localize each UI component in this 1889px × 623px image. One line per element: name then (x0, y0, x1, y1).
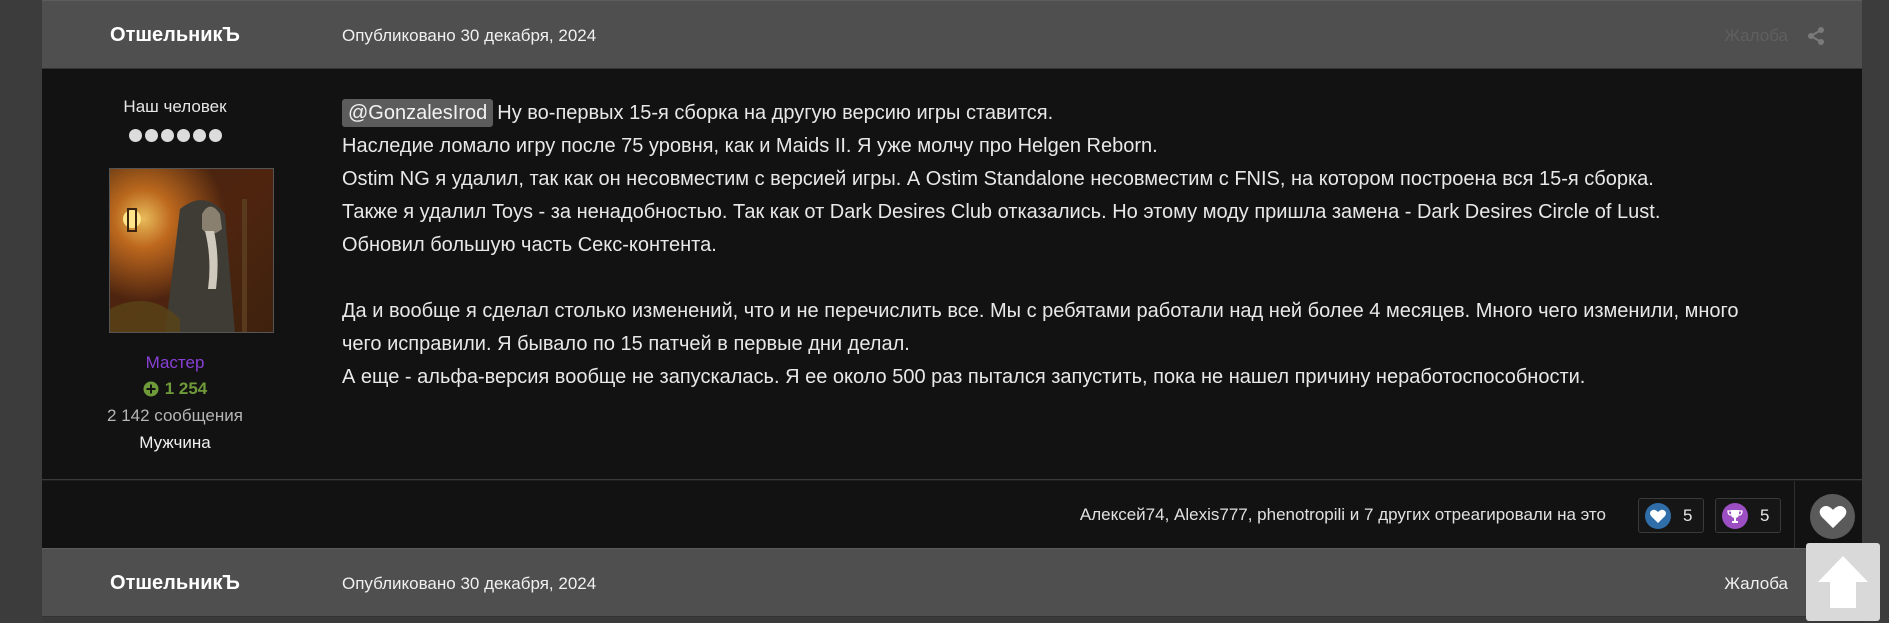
post-date[interactable]: Опубликовано 30 декабря, 2024 (342, 549, 596, 618)
post-header: ОтшельникЪ Опубликовано 30 декабря, 2024… (42, 548, 1862, 617)
react-heart-button[interactable] (1810, 494, 1855, 539)
post-header: ОтшельникЪ Опубликовано 30 декабря, 2024… (42, 0, 1862, 69)
content-line: Обновил большую часть Секс-контента. (342, 234, 717, 256)
reactions-bar: Алексей74, Alexis777, phenotropili и 7 д… (42, 480, 1862, 549)
rank-pip (128, 129, 142, 142)
content-line: чего исправили. Я бывало по 15 патчей в … (342, 333, 910, 355)
page-left-gutter (0, 0, 42, 623)
group-name: Мастер (145, 353, 205, 372)
content-line: Наследие ломало игру после 75 уровня, ка… (342, 135, 1158, 157)
rank-pip (208, 129, 222, 142)
page-right-gutter (1862, 0, 1889, 623)
rank-pip (192, 129, 206, 142)
rank-pip (144, 129, 158, 142)
post-count: 2 142 сообщения (107, 406, 243, 425)
trophy-icon (1722, 502, 1748, 529)
reactions-summary-link[interactable]: Алексей74, Alexis777, phenotropili и 7 д… (1080, 481, 1606, 549)
rank-pip (176, 129, 190, 142)
reputation-value: 1 254 (164, 379, 208, 398)
content-line: Ostim NG я удалил, так как он несовмести… (342, 168, 1654, 190)
share-icon[interactable] (1806, 26, 1826, 46)
like-heart-icon (1645, 502, 1671, 529)
content-line: Да и вообще я сделал столько изменений, … (342, 300, 1739, 322)
forum-post: ОтшельникЪ Опубликовано 30 декабря, 2024… (42, 548, 1862, 617)
forum-post: ОтшельникЪ Опубликовано 30 декабря, 2024… (42, 0, 1862, 479)
content-line: А еще - альфа-версия вообще не запускала… (342, 366, 1586, 388)
scroll-to-top-button[interactable] (1806, 543, 1880, 621)
post-content: @GonzalesIrod Ну во-первых 15-я сборка на… (342, 97, 1842, 394)
reputation: 1 254 (42, 379, 308, 399)
reaction-trophy-badge[interactable]: 5 (1715, 498, 1781, 533)
rank-pip (160, 129, 174, 142)
content-line: @GonzalesIrod Ну во-первых 15-я сборка на… (342, 97, 1842, 130)
content-text: Ну во-первых 15-я сборка на другую верси… (497, 102, 1054, 124)
plus-circle-icon (143, 381, 159, 397)
user-mention-link[interactable]: @GonzalesIrod (342, 99, 494, 127)
reaction-like-badge[interactable]: 5 (1638, 498, 1704, 533)
reaction-trophy-count: 5 (1760, 505, 1770, 525)
report-link[interactable]: Жалоба (1724, 1, 1788, 70)
author-name-link[interactable]: ОтшельникЪ (42, 549, 308, 618)
avatar[interactable] (109, 168, 274, 333)
author-panel: Наш человек Мастер 1 254 2 142 сообщения… (42, 69, 308, 479)
heart-icon (1819, 506, 1846, 529)
gender: Мужчина (139, 433, 211, 452)
post-date[interactable]: Опубликовано 30 декабря, 2024 (342, 1, 596, 70)
content-line: Также я удалил Toys - за ненадобностью. … (342, 201, 1661, 223)
rank-pips (42, 129, 308, 142)
author-name-link[interactable]: ОтшельникЪ (42, 1, 308, 70)
reaction-like-count: 5 (1683, 505, 1693, 525)
arrow-up-icon (1818, 556, 1868, 608)
report-link[interactable]: Жалоба (1724, 549, 1788, 618)
divider (1794, 481, 1795, 549)
post-body: Наш человек Мастер 1 254 2 142 сообщения… (42, 69, 1862, 479)
rank-title: Наш человек (123, 97, 227, 116)
